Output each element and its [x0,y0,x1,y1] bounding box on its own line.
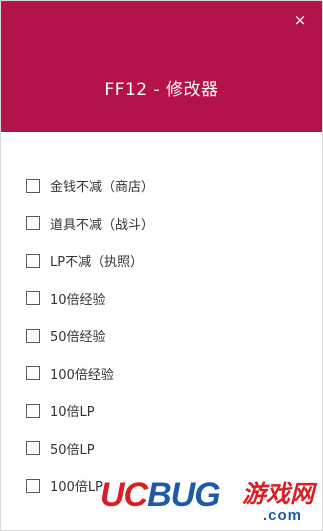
option-label: 50倍经验 [50,330,106,346]
option-item[interactable]: 10倍经验 [26,280,154,318]
window-title: FF12 - 修改器 [104,80,219,100]
watermark-chinese: 游戏网 [242,479,314,508]
watermark-logo: UCBUG [100,476,221,514]
option-item[interactable]: 10倍LP [26,392,154,430]
watermark-domain: .com [262,507,302,524]
option-item[interactable]: LP不减（执照） [26,242,154,280]
title-bar: × FF12 - 修改器 [1,1,322,132]
option-item[interactable]: 50倍经验 [26,317,154,355]
option-label: 50倍LP [50,442,95,458]
option-label: 100倍经验 [50,367,114,383]
watermark-uc: UC [100,476,148,514]
close-icon[interactable]: × [292,12,308,28]
checkbox[interactable] [26,441,40,456]
checkbox[interactable] [26,178,40,193]
checkbox[interactable] [26,366,40,381]
option-label: 道具不减（战斗） [50,217,155,233]
option-label: LP不减（执照） [50,255,144,271]
option-label: 100倍LP [50,480,103,496]
option-label: 10倍经验 [50,292,106,308]
option-item[interactable]: 金钱不减（商店） [26,167,154,205]
checkbox[interactable] [26,478,40,493]
watermark-bug: BUG [147,476,221,514]
checkbox[interactable] [26,216,40,231]
option-label: 10倍LP [50,405,95,421]
option-item[interactable]: 100倍经验 [26,355,154,393]
option-item[interactable]: 道具不减（战斗） [26,205,154,243]
option-list: 金钱不减（商店） 道具不减（战斗） LP不减（执照） 10倍经验 50倍经验 1… [26,167,154,505]
option-item[interactable]: 50倍LP [26,430,154,468]
checkbox[interactable] [26,328,40,343]
checkbox[interactable] [26,253,40,268]
checkbox[interactable] [26,403,40,418]
option-label: 金钱不减（商店） [50,180,155,196]
site-watermark: UCBUG 游戏网 .com [100,476,314,524]
checkbox[interactable] [26,291,40,306]
trainer-window: × FF12 - 修改器 金钱不减（商店） 道具不减（战斗） LP不减（执照） … [0,0,323,531]
